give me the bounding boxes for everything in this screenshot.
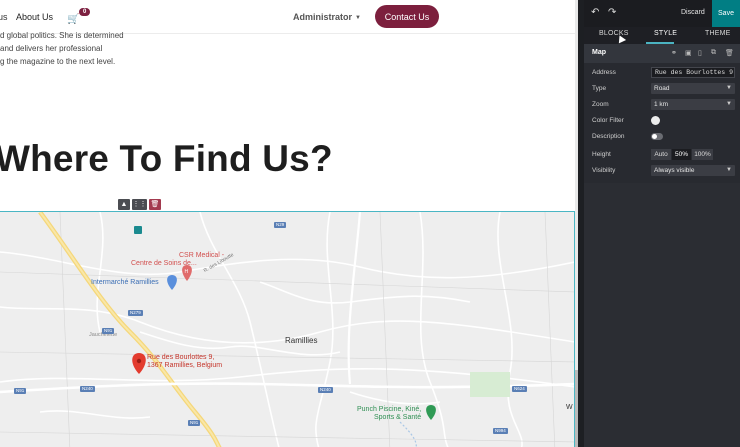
option-height: Height Auto 50% 100% xyxy=(584,147,740,163)
editor-panel: ↶ ↷ Discard Save BLOCKS STYLE THEME Map … xyxy=(584,0,740,447)
map-label-intermarche: Intermarché Ramillies xyxy=(91,279,159,286)
height-auto-button[interactable]: Auto xyxy=(651,149,671,160)
nav-link-about[interactable]: About Us xyxy=(16,12,53,22)
option-address: Address Rue des Bourlottes 9 xyxy=(584,65,740,81)
mobile-icon[interactable]: ▯ xyxy=(698,49,702,57)
intro-line: and delivers her professional xyxy=(0,44,103,53)
save-button[interactable]: Save xyxy=(712,0,740,27)
section-title: Map xyxy=(592,49,606,56)
cart-count-badge: 0 xyxy=(79,8,91,16)
description-toggle[interactable] xyxy=(651,133,663,140)
map-label-punch: Punch Piscine, Kiné, xyxy=(357,406,422,413)
map-label-csr: CSR Medical - xyxy=(179,252,225,259)
road-shield: N240 xyxy=(80,386,95,392)
height-100-button[interactable]: 100% xyxy=(692,149,713,160)
option-label: Visibility xyxy=(592,167,616,174)
type-select[interactable]: Road ▼ xyxy=(651,83,735,94)
undo-icon[interactable]: ↶ xyxy=(591,7,599,18)
chevron-down-icon: ▼ xyxy=(355,15,361,21)
options-section-header: Map ⚭ ▣ ▯ ⧉ 🗑 xyxy=(584,44,740,63)
section-heading[interactable]: Where To Find Us? xyxy=(0,138,333,180)
map-label-w: W xyxy=(566,404,573,411)
chevron-down-icon: ▼ xyxy=(726,167,732,173)
select-value: 1 km xyxy=(654,101,669,108)
zoom-select[interactable]: 1 km ▼ xyxy=(651,99,735,110)
map-pin-address: Rue des Bourlottes 9, xyxy=(147,354,215,361)
svg-text:H: H xyxy=(185,269,189,275)
user-menu[interactable]: Administrator ▼ xyxy=(293,12,361,22)
cart-icon: 🛒 xyxy=(67,14,80,25)
move-up-icon[interactable]: ▲ xyxy=(118,199,130,210)
option-label: Color Filter xyxy=(592,117,624,124)
road-shield: N624 xyxy=(512,386,527,392)
option-description: Description xyxy=(584,129,740,145)
select-value: Always visible xyxy=(654,167,695,174)
nav-link-partial[interactable]: us xyxy=(0,12,8,22)
tab-style[interactable]: STYLE xyxy=(654,30,677,37)
editor-tabs: BLOCKS STYLE THEME xyxy=(584,27,740,44)
discard-button[interactable]: Discard xyxy=(681,9,705,16)
road-shield: N994 xyxy=(493,428,508,434)
drag-handle-icon[interactable]: ⋮⋮ xyxy=(132,199,147,210)
contact-us-button[interactable]: Contact Us xyxy=(375,5,439,28)
delete-icon[interactable]: 🗑 xyxy=(149,199,161,210)
road-shield: N91 xyxy=(188,420,201,426)
address-input[interactable]: Rue des Bourlottes 9 xyxy=(651,67,735,78)
road-shield: N279 xyxy=(128,310,143,316)
option-visibility: Visibility Always visible ▼ xyxy=(584,163,740,179)
toggle-knob xyxy=(652,134,657,139)
chevron-down-icon: ▼ xyxy=(726,101,732,107)
link-icon[interactable]: ⚭ xyxy=(671,49,677,57)
intro-line: g the magazine to the next level. xyxy=(0,57,116,66)
redo-icon[interactable]: ↷ xyxy=(608,7,616,18)
trash-icon[interactable]: 🗑 xyxy=(725,49,734,57)
map-pin-address: 1367 Ramillies, Belgium xyxy=(147,362,223,369)
map-block[interactable]: H CSR Medical - Centre de Soins de... R.… xyxy=(0,211,575,447)
intro-text: d global politics. She is determined and… xyxy=(0,29,140,68)
chevron-down-icon: ▼ xyxy=(726,85,732,91)
map-label-ramillies: Ramillies xyxy=(285,336,318,345)
option-type: Type Road ▼ xyxy=(584,81,740,97)
editor-empty-area xyxy=(584,183,740,447)
block-toolbar: ▲ ⋮⋮ 🗑 xyxy=(118,199,161,210)
select-value: Road xyxy=(654,85,670,92)
map-canvas: H xyxy=(0,212,574,447)
website-preview: us About Us 🛒 0 Administrator ▼ Contact U… xyxy=(0,0,578,447)
desktop-icon[interactable]: ▣ xyxy=(685,49,692,57)
option-label: Zoom xyxy=(592,101,609,108)
option-label: Type xyxy=(592,85,607,92)
user-name: Administrator xyxy=(293,12,353,22)
height-50-button[interactable]: 50% xyxy=(672,149,691,160)
option-label: Height xyxy=(592,151,611,158)
color-filter-picker[interactable] xyxy=(651,116,660,125)
map-label-punch: Sports & Santé xyxy=(374,414,422,421)
map-label-csr: Centre de Soins de... xyxy=(131,260,197,267)
tab-theme[interactable]: THEME xyxy=(705,30,731,37)
cart-link[interactable]: 🛒 0 xyxy=(67,8,91,27)
road-shield: N91 xyxy=(102,328,115,334)
road-shield: N29 xyxy=(274,222,287,228)
intro-line: d global politics. She is determined xyxy=(0,31,124,40)
road-shield: N91 xyxy=(14,388,27,394)
option-label: Description xyxy=(592,133,625,140)
duplicate-icon[interactable]: ⧉ xyxy=(711,49,716,57)
editor-topbar: ↶ ↷ Discard Save xyxy=(584,0,740,27)
option-label: Address xyxy=(592,69,616,76)
option-color-filter: Color Filter xyxy=(584,113,740,129)
visibility-select[interactable]: Always visible ▼ xyxy=(651,165,735,176)
road-shield: N240 xyxy=(318,387,333,393)
option-zoom: Zoom 1 km ▼ xyxy=(584,97,740,113)
